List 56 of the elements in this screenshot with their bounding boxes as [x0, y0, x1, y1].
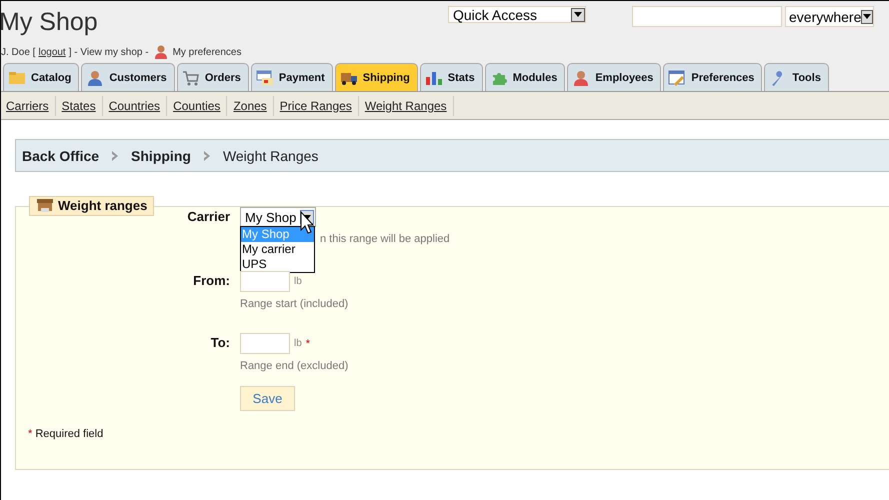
breadcrumb-item[interactable]: Back Office — [22, 148, 100, 164]
from-field[interactable] — [240, 271, 290, 292]
legend-title: Weight ranges — [58, 198, 148, 213]
subnav-link[interactable]: Price Ranges — [274, 96, 359, 116]
subnav-link[interactable]: States — [56, 96, 103, 116]
nav-tab[interactable]: Modules — [484, 63, 566, 91]
unit-label: lb — [294, 276, 302, 287]
unit-label: lb — [294, 338, 302, 349]
folder-icon — [8, 70, 26, 86]
search-field[interactable] — [632, 6, 782, 27]
chevron-icon — [111, 150, 120, 160]
field-hint: Range start (included) — [240, 298, 348, 310]
nav-tab[interactable]: Orders — [176, 63, 249, 91]
nav-tab[interactable]: Catalog — [3, 63, 80, 91]
view-shop-link[interactable]: ] - View my shop - — [68, 46, 149, 58]
nav-tab[interactable]: Customers — [81, 63, 175, 91]
person-icon — [152, 44, 169, 60]
subnav-link[interactable]: Counties — [167, 96, 228, 116]
logout-link[interactable]: logout — [38, 46, 66, 58]
field-label: Carrier — [186, 208, 231, 226]
field-hint: n this range will be applied — [320, 233, 450, 245]
subnav-link[interactable]: Carriers — [6, 96, 56, 116]
breadcrumb-item: Weight Ranges — [222, 148, 318, 164]
preferences-link[interactable]: My preferences — [172, 46, 242, 58]
shop-title: My Shop — [1, 7, 99, 37]
breadcrumb-item[interactable]: Shipping — [131, 148, 191, 164]
cart-icon — [182, 70, 200, 86]
required-mark: * — [306, 338, 310, 350]
field-label: From: — [192, 272, 231, 290]
user-name: J. Doe [ — [1, 46, 36, 58]
chevron-icon — [202, 150, 211, 160]
subnav-link[interactable]: Weight Ranges — [358, 96, 454, 116]
dropdown-option[interactable]: My carrier — [241, 242, 314, 257]
person-icon — [572, 70, 590, 86]
subnav-link[interactable]: Countries — [102, 96, 168, 116]
nav-tab[interactable]: Stats — [420, 63, 483, 91]
subnav-link[interactable]: Zones — [227, 96, 274, 116]
person-icon — [86, 70, 104, 86]
nav-tab[interactable]: Payment — [250, 63, 333, 91]
nav-tab[interactable]: Employees — [567, 63, 662, 91]
nav-tab[interactable]: Tools — [764, 63, 829, 91]
window-pencil-icon — [668, 70, 686, 86]
quick-access-select[interactable]: Quick Access — [448, 6, 586, 23]
field-hint: Range end (excluded) — [240, 360, 348, 372]
bar-chart-icon — [424, 70, 443, 86]
required-mark: * — [28, 428, 32, 440]
to-field[interactable] — [240, 333, 290, 354]
save-button[interactable]: Save — [240, 386, 295, 411]
required-note: Required field — [35, 428, 104, 440]
nav-tab[interactable]: Shipping — [334, 63, 418, 91]
search-scope-select[interactable]: everywhere — [785, 6, 874, 27]
dropdown-option[interactable]: UPS — [241, 257, 314, 272]
card-icon — [256, 70, 274, 86]
nav-tab[interactable]: Preferences — [663, 63, 762, 91]
scale-icon — [36, 198, 54, 213]
field-label: To: — [210, 334, 231, 352]
